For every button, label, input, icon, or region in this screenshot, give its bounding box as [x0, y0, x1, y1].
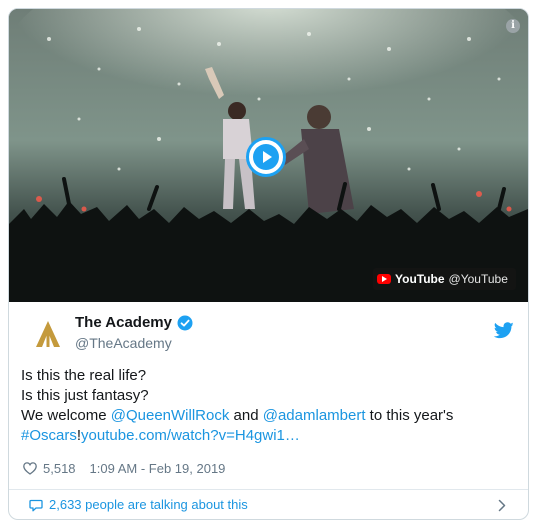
tweet-text-segment: and — [229, 407, 263, 424]
youtube-icon — [377, 274, 391, 284]
tweet-line-4: #Oscars!youtube.com/watch?v=H4gwi1… — [21, 426, 511, 446]
tweet-line-1: Is this the real life? — [21, 367, 147, 384]
tweet-timestamp[interactable]: 1:09 AM - Feb 19, 2019 — [90, 461, 226, 476]
twitter-bird-icon[interactable] — [494, 322, 514, 339]
speech-bubble-icon — [29, 499, 43, 512]
author-handle[interactable]: @TheAcademy — [75, 335, 172, 351]
tweet-meta: 5,518 1:09 AM - Feb 19, 2019 — [23, 461, 225, 476]
tweet-line-2: Is this just fantasy? — [21, 387, 149, 404]
source-name: YouTube — [395, 272, 445, 286]
video-thumbnail[interactable]: i YouTube @YouTube — [9, 9, 528, 302]
mention-adamlambert[interactable]: @adamlambert — [263, 407, 366, 424]
verified-badge-icon — [177, 315, 193, 330]
hashtag-oscars[interactable]: #Oscars — [21, 427, 77, 444]
author-display-name[interactable]: The Academy — [75, 314, 172, 331]
tweet-text-segment: to this year's — [365, 407, 454, 424]
tweet-line-3: We welcome @QueenWillRock and @adamlambe… — [21, 406, 511, 426]
academy-logo-icon[interactable] — [35, 320, 61, 348]
author-name-row[interactable]: The Academy — [75, 314, 193, 331]
embedded-tweet-card: i YouTube @YouTube The Academy @TheAcade… — [8, 8, 529, 520]
tweet-text-segment: We welcome — [21, 407, 111, 424]
mention-queenwillrock[interactable]: @QueenWillRock — [111, 407, 230, 424]
conversation-footer[interactable]: 2,633 people are talking about this — [9, 489, 528, 519]
heart-icon[interactable] — [23, 462, 37, 475]
play-icon — [253, 144, 279, 170]
tweet-header: The Academy @TheAcademy — [9, 302, 528, 362]
youtube-source-badge[interactable]: YouTube @YouTube — [373, 268, 516, 290]
source-handle: @YouTube — [448, 272, 508, 286]
play-button[interactable] — [246, 137, 286, 177]
tweet-text: Is this the real life? Is this just fant… — [21, 366, 511, 446]
like-count[interactable]: 5,518 — [43, 461, 76, 476]
youtube-link[interactable]: youtube.com/watch?v=H4gwi1… — [81, 427, 300, 444]
info-icon[interactable]: i — [506, 19, 520, 33]
talking-about-count[interactable]: 2,633 people are talking about this — [49, 497, 248, 512]
chevron-right-icon — [498, 499, 506, 512]
